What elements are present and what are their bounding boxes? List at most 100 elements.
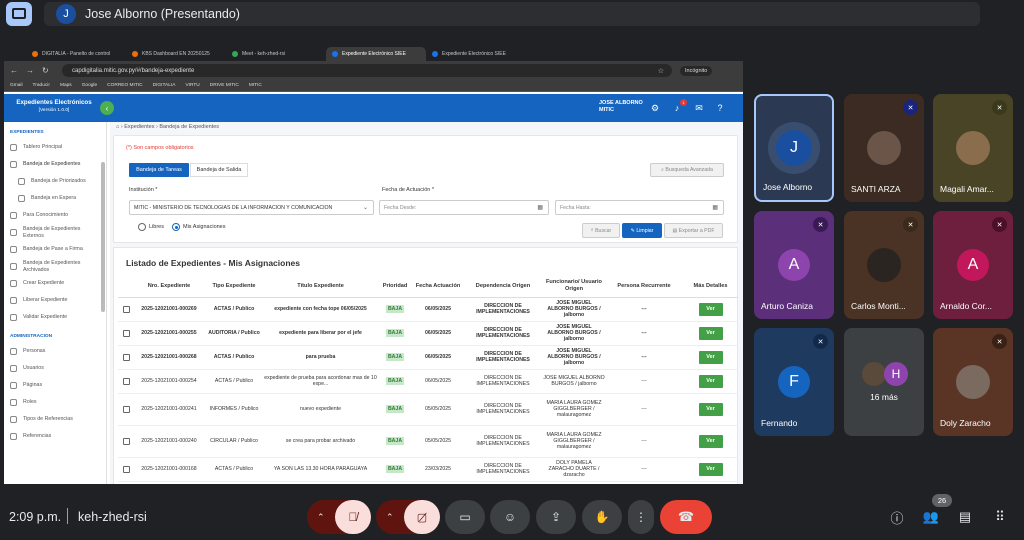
- chevron-up-icon[interactable]: ⌃: [386, 512, 394, 523]
- row-checkbox[interactable]: [122, 377, 130, 385]
- radio-libres[interactable]: Libres: [138, 223, 164, 231]
- more-participants-tile[interactable]: H 16 más: [844, 328, 924, 436]
- chat-icon[interactable]: ▤: [954, 506, 976, 528]
- ver-button[interactable]: Ver: [698, 434, 723, 448]
- participant-tile[interactable]: A ✕ Arturo Caniza: [754, 211, 834, 319]
- row-checkbox[interactable]: [122, 405, 130, 413]
- ver-button[interactable]: Ver: [698, 402, 723, 416]
- table-row[interactable]: 2025-12021001-000268 ACTAS / Publico para …: [118, 345, 738, 370]
- sidebar-item[interactable]: Bandeja de Expedientes Externos: [4, 224, 106, 241]
- col-header[interactable]: Fecha Actuación: [413, 275, 463, 298]
- advanced-search-button[interactable]: ⌕ Busqueda Avanzada: [650, 163, 724, 177]
- sidebar-item[interactable]: Roles: [4, 394, 106, 411]
- bookmark[interactable]: DIGITALIA: [153, 83, 176, 88]
- help-icon[interactable]: ?: [714, 102, 726, 114]
- browser-tab[interactable]: Expediente Electrónico SIEE: [426, 47, 526, 61]
- apps-grid-icon[interactable]: ⠿: [989, 506, 1011, 528]
- institucion-select[interactable]: MITIC - MINISTERIO DE TECNOLOGIAS DE LA …: [129, 200, 374, 215]
- browser-tab[interactable]: Meet - keh-zhed-rsi: [226, 47, 326, 61]
- sidebar-item[interactable]: Validar Expediente: [4, 309, 106, 326]
- camera-off-icon[interactable]: ▢̸: [404, 500, 440, 534]
- participant-tile[interactable]: ✕ Doly Zaracho: [933, 328, 1013, 436]
- export-pdf-button[interactable]: ▤ Exportar a PDF: [664, 223, 723, 238]
- bookmark[interactable]: Gmail: [10, 83, 23, 88]
- sidebar-item[interactable]: Bandeja de Expedientes: [4, 156, 106, 173]
- table-row[interactable]: 2025-12021001-000168 ACTAS / Publico YA SO…: [118, 457, 738, 482]
- bookmark[interactable]: MITIC: [249, 83, 262, 88]
- settings-icon[interactable]: ⚙: [649, 102, 661, 114]
- bookmark[interactable]: Traducir: [33, 83, 50, 88]
- participant-tile[interactable]: ✕ Magali Amar...: [933, 94, 1013, 202]
- sidebar-item[interactable]: Bandeja de Priorizados: [4, 173, 106, 190]
- col-header[interactable]: Título Expediente: [264, 275, 377, 298]
- table-row[interactable]: 2025-12021001-000254 ACTAS / Publico exped…: [118, 369, 738, 394]
- mail-icon[interactable]: ✉: [693, 102, 705, 114]
- sidebar-item[interactable]: Referencias: [4, 428, 106, 445]
- bookmark[interactable]: VIRTU: [185, 83, 199, 88]
- row-checkbox[interactable]: [122, 465, 130, 473]
- table-row[interactable]: 2025-12021001-000240 CIRCULAR / Publico se…: [118, 425, 738, 458]
- ver-button[interactable]: Ver: [698, 302, 723, 316]
- collapse-sidebar-button[interactable]: ‹: [100, 101, 114, 115]
- sidebar-item[interactable]: Bandeja de Pase a Firma: [4, 241, 106, 258]
- col-header[interactable]: Persona Recurrente: [605, 275, 683, 298]
- col-header[interactable]: Prioridad: [377, 275, 413, 298]
- row-checkbox[interactable]: [122, 305, 130, 313]
- bookmark[interactable]: CORREO MITIC: [107, 83, 142, 88]
- reactions-button[interactable]: ☺: [490, 500, 530, 534]
- row-checkbox[interactable]: [122, 437, 130, 445]
- ver-button[interactable]: Ver: [698, 350, 723, 364]
- table-row[interactable]: 2025-12021001-000255 AUDITORIA / Publico e…: [118, 321, 738, 346]
- star-icon[interactable]: ☆: [658, 67, 664, 75]
- sidebar-item[interactable]: Tablero Principal: [4, 139, 106, 156]
- sidebar-item[interactable]: Bandeja de Expedientes Archivados: [4, 258, 106, 275]
- info-icon[interactable]: ⓘ: [886, 506, 908, 528]
- forward-icon[interactable]: →: [26, 66, 36, 75]
- row-checkbox[interactable]: [122, 353, 130, 361]
- participant-tile[interactable]: A ✕ Arnaldo Cor...: [933, 211, 1013, 319]
- participant-tile[interactable]: ✕ Carlos Monti...: [844, 211, 924, 319]
- meet-layout-icon[interactable]: [6, 2, 32, 26]
- bookmark[interactable]: Maps: [60, 83, 72, 88]
- sidebar-item[interactable]: Bandeja en Espera: [4, 190, 106, 207]
- reload-icon[interactable]: ↻: [42, 66, 52, 75]
- raise-hand-button[interactable]: ✋: [582, 500, 622, 534]
- sidebar-item[interactable]: Usuarios: [4, 360, 106, 377]
- address-bar[interactable]: capdigitalia.mitic.gov.py/#/bandeja-expe…: [62, 64, 672, 77]
- col-header[interactable]: Nro. Expediente: [134, 275, 204, 298]
- sidebar-item[interactable]: Páginas: [4, 377, 106, 394]
- browser-tab[interactable]: DIGITALIA - Panelto de control: [26, 47, 126, 61]
- participant-tile[interactable]: F ✕ Fernando: [754, 328, 834, 436]
- buscar-button[interactable]: ⌕ Buscar: [582, 223, 620, 238]
- radio-mis-asignaciones[interactable]: Mis Asignaciones: [172, 223, 226, 231]
- tab-bandeja-tareas[interactable]: Bandeja de Tareas: [129, 163, 189, 177]
- incognito-badge[interactable]: Incógnito: [680, 65, 713, 76]
- ver-button[interactable]: Ver: [698, 326, 723, 340]
- participant-tile[interactable]: J Jose Alborno: [754, 94, 834, 202]
- table-row[interactable]: 2025-12021001-000269 ACTAS / Publico exped…: [118, 297, 738, 322]
- browser-tab[interactable]: KBS Dashboard EN 20250125: [126, 47, 226, 61]
- sidebar-item[interactable]: Personas: [4, 343, 106, 360]
- bookmark[interactable]: Google: [82, 83, 97, 88]
- browser-tab-active[interactable]: Expediente Electrónico SIEE: [326, 47, 426, 61]
- participant-tile[interactable]: ✕ SANTI ARZA: [844, 94, 924, 202]
- row-checkbox[interactable]: [122, 329, 130, 337]
- captions-button[interactable]: ▭: [445, 500, 485, 534]
- present-button[interactable]: ⇪: [536, 500, 576, 534]
- more-options-button[interactable]: ⋮: [628, 500, 654, 534]
- ver-button[interactable]: Ver: [698, 462, 723, 476]
- tab-bandeja-salida[interactable]: Bandeja de Salida: [190, 163, 248, 177]
- sidebar-scrollbar[interactable]: [101, 162, 105, 312]
- bookmark[interactable]: DRIVE MITIC: [210, 83, 239, 88]
- sidebar-item[interactable]: Para Conocimiento: [4, 207, 106, 224]
- chevron-up-icon[interactable]: ⌃: [317, 512, 325, 523]
- limpiar-button[interactable]: ✎ Limpiar: [622, 223, 662, 238]
- ver-button[interactable]: Ver: [698, 374, 723, 388]
- end-call-button[interactable]: ☎: [660, 500, 712, 534]
- people-icon[interactable]: 👥: [920, 506, 942, 528]
- col-header[interactable]: Funcionario/ Usuario Origen: [543, 275, 605, 298]
- table-row[interactable]: 2025-12021001-000241 INFORMES / Publico nu…: [118, 393, 738, 426]
- sidebar-item[interactable]: Crear Expediente: [4, 275, 106, 292]
- col-header[interactable]: Tipo Expediente: [204, 275, 264, 298]
- fecha-hasta-input[interactable]: Fecha Hasta: ▦: [555, 200, 724, 215]
